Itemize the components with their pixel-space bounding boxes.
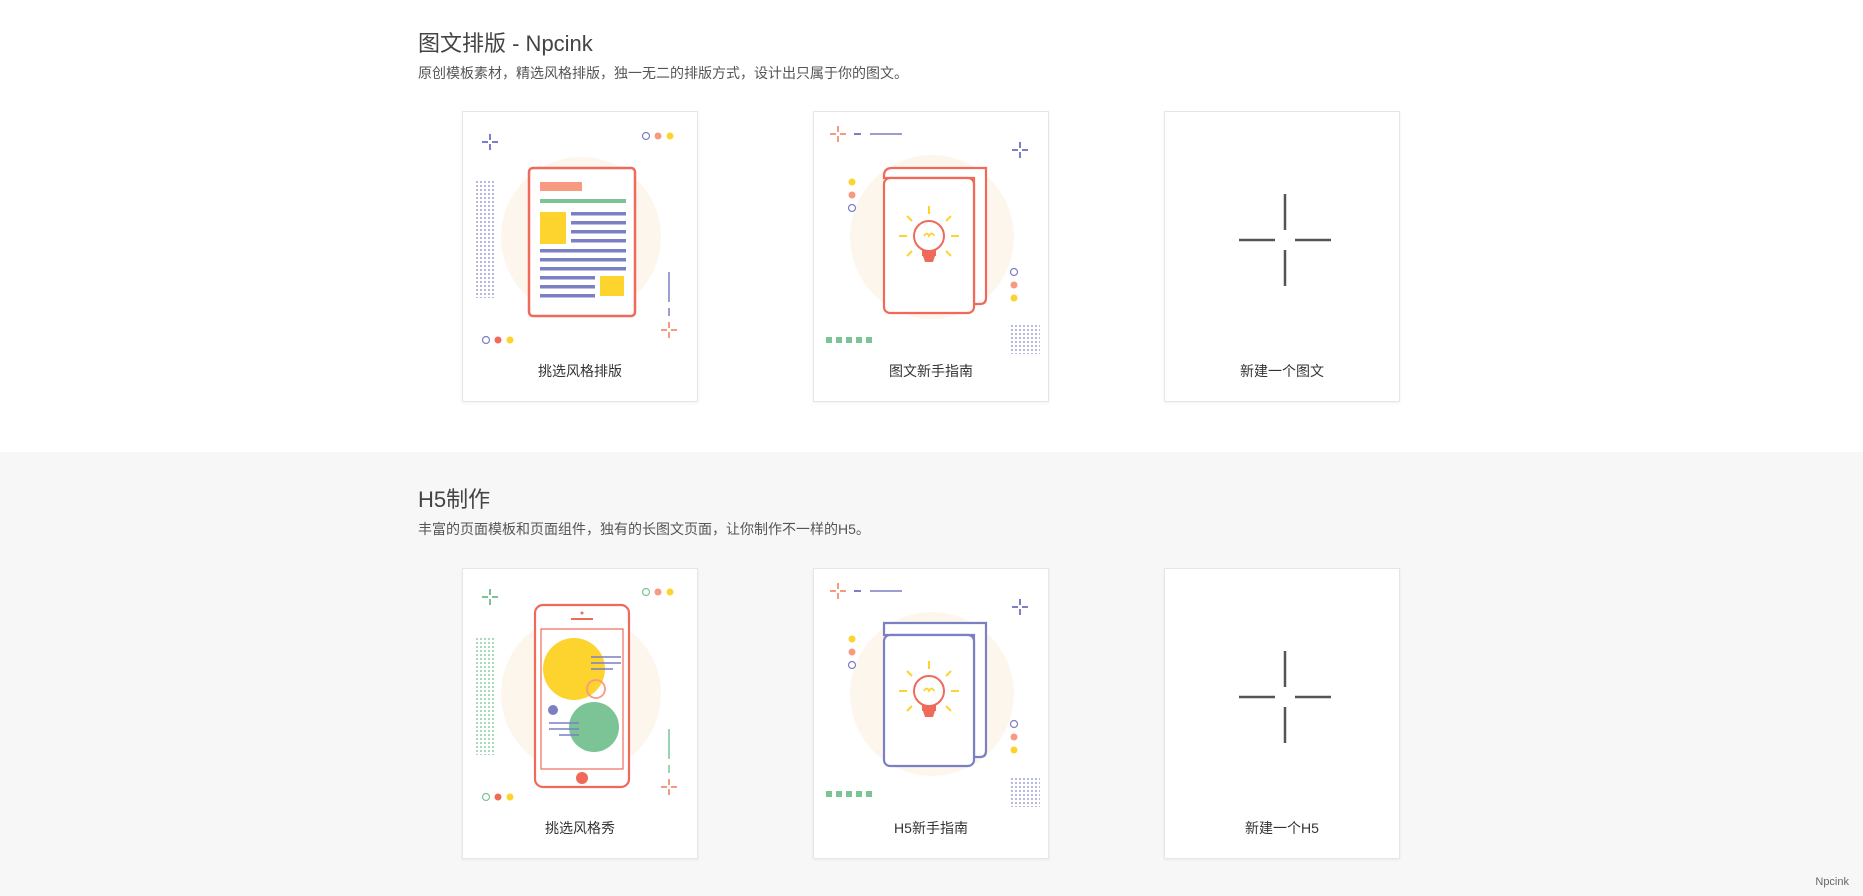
pick-layout-style-card[interactable]: 挑选风格排版 <box>462 111 698 402</box>
plus-icon <box>1239 651 1331 743</box>
guide-book-icon <box>826 583 1040 807</box>
h5-creation-section: H5制作 丰富的页面模板和页面组件，独有的长图文页面，让你制作不一样的H5。 挑… <box>0 452 1863 896</box>
card-label: 新建一个图文 <box>1240 363 1324 379</box>
plus-icon <box>1239 194 1331 286</box>
card-label: H5新手指南 <box>894 820 968 836</box>
section-title: 图文排版 - Npcink <box>418 31 593 56</box>
card-label: 挑选风格排版 <box>538 363 622 379</box>
section-description: 丰富的页面模板和页面组件，独有的长图文页面，让你制作不一样的H5。 <box>418 521 870 537</box>
pick-style-show-card[interactable]: 挑选风格秀 <box>462 568 698 859</box>
new-h5-card[interactable]: 新建一个H5 <box>1164 568 1400 859</box>
section-description: 原创模板素材，精选风格排版，独一无二的排版方式，设计出只属于你的图文。 <box>418 65 908 81</box>
section-title: H5制作 <box>418 487 491 512</box>
footer-brand: Npcink <box>1815 876 1849 888</box>
card-label: 挑选风格秀 <box>545 820 615 836</box>
article-guide-card[interactable]: 图文新手指南 <box>813 111 1049 402</box>
card-label: 图文新手指南 <box>889 363 973 379</box>
phone-template-icon <box>475 587 677 802</box>
article-layout-section: 图文排版 - Npcink 原创模板素材，精选风格排版，独一无二的排版方式，设计… <box>0 0 1863 452</box>
card-label: 新建一个H5 <box>1245 820 1319 836</box>
document-layout-icon <box>475 131 677 345</box>
new-article-card[interactable]: 新建一个图文 <box>1164 111 1400 402</box>
h5-guide-card[interactable]: H5新手指南 <box>813 568 1049 859</box>
guide-book-icon <box>826 126 1040 354</box>
